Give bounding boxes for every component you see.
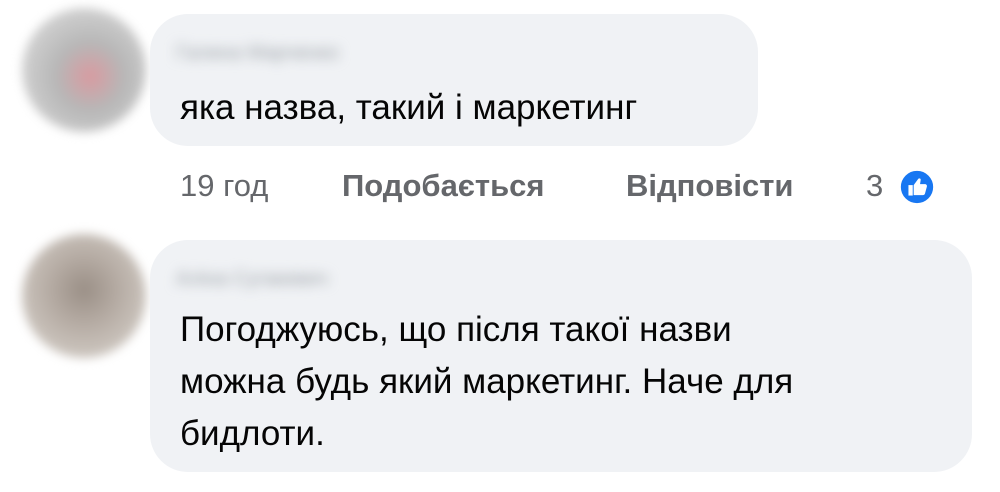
reaction-count[interactable]: 3 — [866, 160, 883, 212]
comment-text: Погоджуюсь, що після такої назви можна б… — [180, 310, 794, 453]
like-button[interactable]: Подобається — [342, 160, 545, 212]
comments-section: Галина Марченко яка назва, такий і марке… — [0, 0, 1000, 492]
author-name[interactable]: Галина Марченко — [176, 36, 339, 70]
avatar[interactable] — [22, 8, 146, 132]
comment-bubble: Аліна Сугакевич Погоджуюсь, що після так… — [150, 240, 972, 472]
thumbs-up-icon[interactable] — [898, 168, 936, 206]
comment-text: яка назва, такий і маркетинг — [180, 88, 638, 127]
comment-bubble: Галина Марченко яка назва, такий і марке… — [150, 14, 758, 146]
avatar[interactable] — [22, 234, 146, 358]
comment-actions: 19 год Подобається Відповісти 3 — [150, 160, 950, 212]
reply-button[interactable]: Відповісти — [626, 160, 794, 212]
author-name[interactable]: Аліна Сугакевич — [176, 262, 328, 296]
comment-timestamp[interactable]: 19 год — [180, 160, 268, 212]
